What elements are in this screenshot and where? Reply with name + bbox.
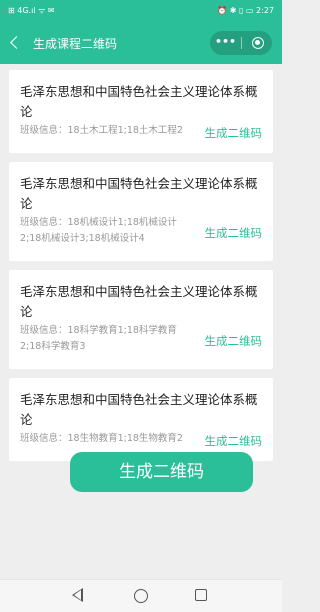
course-name: 毛泽东思想和中国特色社会主义理论体系概论 xyxy=(20,284,258,319)
page-title: 生成课程二维码 xyxy=(33,37,118,51)
generate-qr-link[interactable]: 生成二维码 xyxy=(205,333,263,349)
class-info: 班级信息：18生物教育1;18生物教育2 xyxy=(20,433,183,444)
mini-program-capsule: ••• xyxy=(210,31,272,55)
course-name: 毛泽东思想和中国特色社会主义理论体系概论 xyxy=(20,392,258,427)
status-bar-left-icons: ⊞ 4G.ıl ᯤ ✉ xyxy=(8,6,55,15)
class-info: 班级信息：18机械设计1;18机械设计2;18机械设计3;18机械设计4 xyxy=(20,217,177,244)
course-card: 毛泽东思想和中国特色社会主义理论体系概论 班级信息：18生物教育1;18生物教育… xyxy=(9,378,273,461)
nav-back-triangle-icon[interactable] xyxy=(72,588,83,602)
app-header: ⊞ 4G.ıl ᯤ ✉ ⏰ ✱ ▯ ▭ 2:27 生成课程二维码 ••• xyxy=(0,0,282,64)
nav-recent-square-icon[interactable] xyxy=(195,589,207,601)
status-bar: ⊞ 4G.ıl ᯤ ✉ ⏰ ✱ ▯ ▭ 2:27 xyxy=(0,0,282,22)
class-info: 班级信息：18科学教育1;18科学教育2;18科学教育3 xyxy=(20,325,177,352)
course-name: 毛泽东思想和中国特色社会主义理论体系概论 xyxy=(20,176,258,211)
close-target-icon[interactable] xyxy=(252,37,264,49)
class-info: 班级信息：18土木工程1;18土木工程2 xyxy=(20,125,183,136)
title-bar: 生成课程二维码 ••• xyxy=(0,26,282,62)
generate-qr-floating-button[interactable]: 生成二维码 xyxy=(70,452,253,492)
generate-qr-link[interactable]: 生成二维码 xyxy=(205,225,263,241)
nav-home-circle-icon[interactable] xyxy=(134,589,148,603)
course-name: 毛泽东思想和中国特色社会主义理论体系概论 xyxy=(20,84,258,119)
more-options-icon[interactable]: ••• xyxy=(210,31,241,55)
status-bar-right-icons: ⏰ ✱ ▯ ▭ 2:27 xyxy=(217,6,274,15)
android-nav-bar xyxy=(0,579,282,612)
capsule-divider xyxy=(241,37,242,49)
back-arrow-icon[interactable] xyxy=(10,36,23,49)
generate-qr-link[interactable]: 生成二维码 xyxy=(205,125,263,141)
generate-qr-link[interactable]: 生成二维码 xyxy=(205,433,263,449)
course-card: 毛泽东思想和中国特色社会主义理论体系概论 班级信息：18土木工程1;18土木工程… xyxy=(9,70,273,153)
course-card: 毛泽东思想和中国特色社会主义理论体系概论 班级信息：18科学教育1;18科学教育… xyxy=(9,270,273,369)
course-card: 毛泽东思想和中国特色社会主义理论体系概论 班级信息：18机械设计1;18机械设计… xyxy=(9,162,273,261)
